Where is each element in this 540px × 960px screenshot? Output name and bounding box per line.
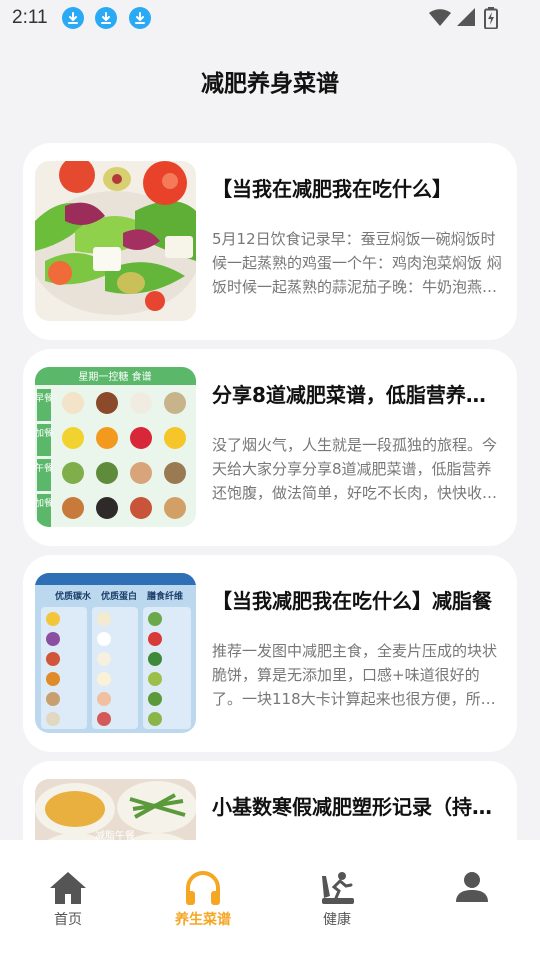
tab-profile[interactable] xyxy=(427,870,517,909)
recipe-card[interactable]: 优质碳水 优质蛋白 膳食纤维 【当我减肥我在吃什么】减脂餐 推荐一发图中减肥主食… xyxy=(23,555,517,752)
recipe-title: 小基数寒假减肥塑形记录（持续更新） xyxy=(212,795,505,819)
recipe-description: 没了烟火气，人生就是一段孤独的旅程。今天给大家分享分享8道减肥菜谱，低脂营养还饱… xyxy=(212,436,498,502)
recipe-title: 【当我在减肥我在吃什么】 xyxy=(212,177,452,201)
recipe-description: 推荐一发图中减肥主食，全麦片压成的块状脆饼，算是无添加里，口感+味道很好的了。一… xyxy=(212,642,498,708)
tab-health[interactable]: 健康 xyxy=(292,870,382,929)
recipe-card[interactable]: 星期一控糖 食谱 早餐 加餐 午餐 加餐 分享8道减肥菜谱，低脂营养还饱腹 没了… xyxy=(23,349,517,546)
recipe-description: 5月12日饮食记录早：蚕豆焖饭一碗焖饭时候一起蒸熟的鸡蛋一个午：鸡肉泡菜焖饭 焖… xyxy=(212,230,502,296)
signal-icon xyxy=(457,8,475,26)
download-notification-icon xyxy=(62,7,84,29)
download-notification-icon xyxy=(129,7,151,29)
recipe-thumbnail: 星期一控糖 食谱 早餐 加餐 午餐 加餐 xyxy=(35,367,196,527)
headphones-icon xyxy=(186,871,220,905)
recipe-thumbnail xyxy=(35,161,196,321)
svg-text:膳食纤维: 膳食纤维 xyxy=(147,590,183,602)
recipe-title: 【当我减肥我在吃什么】减脂餐 xyxy=(212,589,492,613)
svg-text:优质碳水: 优质碳水 xyxy=(55,590,92,602)
person-icon xyxy=(456,872,488,902)
tab-recipes[interactable]: 养生菜谱 xyxy=(158,870,248,929)
tab-label: 健康 xyxy=(323,912,351,928)
recipe-thumbnail: 优质碳水 优质蛋白 膳食纤维 xyxy=(35,573,196,733)
svg-text:加餐: 加餐 xyxy=(35,427,53,439)
tab-home[interactable]: 首页 xyxy=(23,870,113,929)
tab-label: 首页 xyxy=(54,912,82,928)
treadmill-icon xyxy=(322,872,354,904)
svg-text:加餐: 加餐 xyxy=(35,497,53,509)
download-notification-icon xyxy=(95,7,117,29)
wifi-icon xyxy=(429,9,451,26)
status-time: 2:11 xyxy=(12,7,48,28)
battery-icon xyxy=(484,7,498,29)
recipe-card[interactable]: 【当我在减肥我在吃什么】 5月12日饮食记录早：蚕豆焖饭一碗焖饭时候一起蒸熟的鸡… xyxy=(23,143,517,340)
svg-text:午餐: 午餐 xyxy=(35,462,53,474)
menu-header-text: 星期一控糖 食谱 xyxy=(78,370,151,383)
svg-text:早餐: 早餐 xyxy=(35,392,53,404)
recipe-title: 分享8道减肥菜谱，低脂营养还饱腹 xyxy=(212,383,505,407)
status-bar: 2:11 xyxy=(0,0,540,36)
home-icon xyxy=(50,872,86,904)
tab-label: 养生菜谱 xyxy=(175,912,231,928)
svg-text:优质蛋白: 优质蛋白 xyxy=(101,590,137,602)
bottom-tab-bar: 首页 养生菜谱 健康 xyxy=(0,840,540,960)
page-title: 减肥养身菜谱 xyxy=(201,71,339,97)
